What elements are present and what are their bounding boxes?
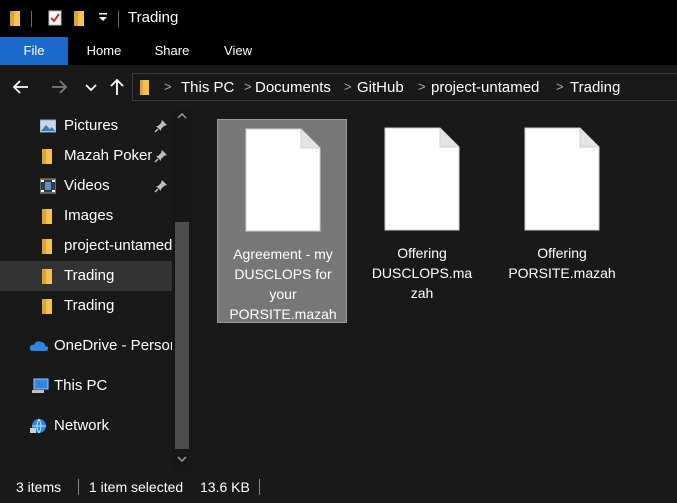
tab-share[interactable]: Share	[144, 37, 200, 65]
sidebar-item-label: Videos	[64, 177, 110, 194]
status-separator	[78, 479, 79, 495]
tab-view[interactable]: View	[212, 37, 264, 65]
navigation-pane: Pictures Mazah Pokem Videos Images proje…	[0, 109, 172, 471]
breadcrumb-separator: >	[556, 79, 564, 94]
sidebar-item-onedrive[interactable]: OneDrive - Personal	[0, 331, 172, 361]
status-size: 13.6 KB	[200, 479, 250, 495]
sidebar-item-label: This PC	[54, 377, 108, 394]
pin-icon[interactable]	[154, 149, 168, 163]
sidebar-scrollbar[interactable]	[172, 109, 193, 471]
sidebar-item-videos[interactable]: Videos	[0, 171, 172, 201]
sidebar-item-label: Pictures	[64, 117, 119, 134]
folder-icon	[42, 239, 52, 254]
sidebar-item-label: Network	[54, 417, 110, 434]
sidebar-item-label: OneDrive - Personal	[54, 337, 172, 354]
breadcrumb-documents[interactable]: Documents	[255, 79, 331, 96]
breadcrumb-separator: >	[244, 79, 252, 94]
sidebar-item-this-pc[interactable]: This PC	[0, 371, 172, 401]
sidebar-item-label: Trading	[64, 267, 115, 284]
pictures-icon	[40, 119, 56, 133]
address-bar[interactable]: > This PC > Documents > GitHub > project…	[132, 73, 677, 101]
sidebar-item-images[interactable]: Images	[0, 201, 172, 231]
sidebar-item-label: Images	[64, 207, 114, 224]
videos-icon	[40, 178, 56, 194]
up-arrow-icon[interactable]	[106, 76, 128, 98]
file-name: Offering DUSCLOPS.mazah	[371, 245, 473, 301]
breadcrumb-project-untamed[interactable]: project-untamed	[431, 79, 539, 96]
pin-icon[interactable]	[154, 119, 168, 133]
sidebar-item-pictures[interactable]: Pictures	[0, 111, 172, 141]
forward-arrow-icon[interactable]	[48, 76, 70, 98]
properties-icon[interactable]	[48, 10, 62, 26]
status-item-count: 3 items	[16, 479, 62, 495]
folder-icon	[42, 209, 52, 224]
document-icon	[245, 128, 321, 232]
breadcrumb-this-pc[interactable]: This PC	[181, 79, 234, 96]
sidebar-item-mazah-pokem[interactable]: Mazah Pokem	[0, 141, 172, 171]
status-separator	[259, 479, 260, 495]
sidebar-item-label: project-untamed	[64, 237, 172, 254]
file-list-pane: Agreement - my DUSCLOPS for your PORSITE…	[193, 109, 677, 471]
document-icon	[524, 127, 600, 231]
recent-locations-chevron-icon[interactable]	[83, 76, 99, 98]
onedrive-icon	[29, 341, 49, 351]
customize-toolbar-dropdown-icon[interactable]	[98, 11, 108, 23]
file-explorer-window: Trading File Home Share View > This PC >	[0, 0, 677, 503]
sidebar-item-trading[interactable]: Trading	[0, 291, 172, 321]
sidebar-item-network[interactable]: Network	[0, 411, 172, 441]
scroll-down-icon[interactable]	[177, 456, 187, 462]
file-name: Offering PORSITE.mazah	[508, 245, 616, 281]
status-selection: 1 item selected	[89, 479, 184, 495]
folder-icon[interactable]	[10, 10, 24, 26]
title-bar: Trading	[0, 0, 677, 37]
tab-file[interactable]: File	[0, 37, 68, 65]
breadcrumb-separator: >	[344, 79, 352, 94]
title-separator	[118, 11, 119, 27]
sidebar-item-label: Mazah Pokem	[64, 147, 152, 164]
file-item-agreement[interactable]: Agreement - my DUSCLOPS for your PORSITE…	[217, 119, 347, 323]
sidebar-item-label: Trading	[64, 297, 115, 314]
status-bar: 3 items 1 item selected 13.6 KB	[0, 471, 677, 503]
folder-icon	[140, 80, 149, 95]
breadcrumb-separator: >	[164, 79, 172, 94]
navigation-bar: > This PC > Documents > GitHub > project…	[0, 65, 677, 109]
ribbon-tabs: File Home Share View	[0, 37, 677, 65]
scrollbar-thumb[interactable]	[175, 222, 189, 449]
folder-icon	[42, 149, 52, 164]
new-folder-icon[interactable]	[74, 10, 88, 26]
file-item-offering-dusclops[interactable]: Offering DUSCLOPS.mazah	[357, 119, 487, 323]
window-title: Trading	[128, 9, 179, 26]
quick-access-separator	[31, 11, 32, 27]
breadcrumb-separator: >	[418, 79, 426, 94]
folder-icon	[42, 299, 52, 314]
sidebar-item-trading-selected[interactable]: Trading	[0, 261, 172, 291]
file-item-offering-porsite[interactable]: Offering PORSITE.mazah	[497, 119, 627, 323]
tab-home[interactable]: Home	[76, 37, 132, 65]
network-icon	[30, 418, 46, 434]
pc-icon	[32, 378, 49, 393]
document-icon	[384, 127, 460, 231]
pin-icon[interactable]	[154, 179, 168, 193]
breadcrumb-github[interactable]: GitHub	[357, 79, 404, 96]
scroll-up-icon[interactable]	[177, 113, 187, 119]
breadcrumb-trading[interactable]: Trading	[570, 79, 620, 96]
file-name: Agreement - my DUSCLOPS for your PORSITE…	[229, 246, 337, 322]
folder-icon	[42, 269, 52, 284]
sidebar-item-project-untamed[interactable]: project-untamed	[0, 231, 172, 261]
back-arrow-icon[interactable]	[10, 76, 32, 98]
